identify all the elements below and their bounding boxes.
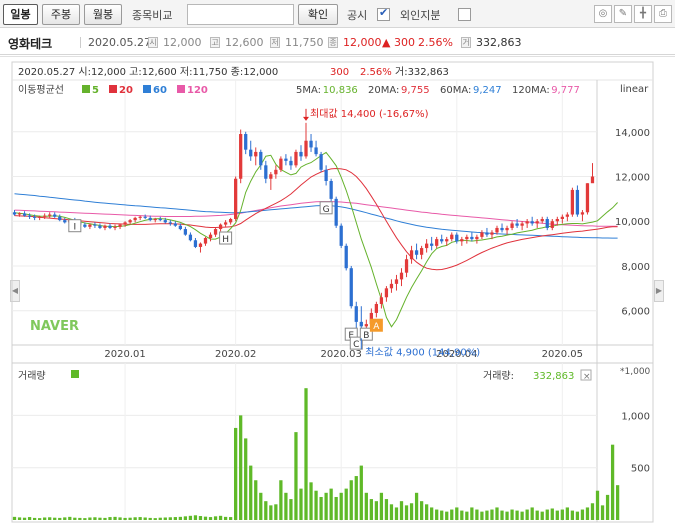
price-change-pct: 2.56%	[418, 36, 453, 49]
chart-frame	[0, 56, 675, 525]
low-badge: 저	[270, 37, 280, 48]
divider	[80, 37, 81, 48]
scroll-right-arrow[interactable]: ▶	[654, 280, 664, 302]
disclosure-label: 공시	[347, 9, 368, 22]
tab-monthly[interactable]: 월봉	[84, 4, 122, 25]
pencil-icon[interactable]: ✎	[614, 5, 632, 23]
volume-value: 332,863	[476, 36, 522, 49]
low-price: 11,750	[285, 36, 324, 49]
high-price: 12,600	[225, 36, 264, 49]
quote-date: 2020.05.27	[88, 36, 151, 49]
stock-name: 영화테크	[8, 37, 53, 51]
disclosure-checkbox[interactable]	[377, 6, 390, 21]
confirm-button[interactable]: 확인	[298, 4, 338, 25]
price-change: ▲ 300	[382, 36, 415, 49]
compare-label: 종목비교	[132, 9, 173, 22]
tab-daily[interactable]: 일봉	[3, 4, 38, 25]
foreign-ownership-checkbox[interactable]	[458, 8, 471, 21]
top-toolbar: 일봉 주봉 월봉 종목비교 확인 공시 외인지분 ◎ ✎ ╋ ⎙	[0, 0, 675, 28]
close-price: 12,000	[343, 36, 382, 49]
crosshair-icon[interactable]: ╋	[634, 5, 652, 23]
quote-bar: 영화테크 2020.05.27 시 12,000 고 12,600 저 11,7…	[0, 29, 675, 55]
volume-badge: 거	[461, 37, 471, 48]
lightbulb-icon[interactable]: ◎	[594, 5, 612, 23]
scroll-left-arrow[interactable]: ◀	[10, 280, 20, 302]
close-badge: 종	[328, 37, 338, 48]
tab-weekly[interactable]: 주봉	[42, 4, 80, 25]
open-price: 12,000	[163, 36, 202, 49]
high-badge: 고	[210, 37, 220, 48]
compare-input[interactable]	[187, 4, 294, 25]
print-icon[interactable]: ⎙	[654, 5, 672, 23]
foreign-ownership-label: 외인지분	[400, 9, 441, 22]
open-badge: 시	[148, 37, 158, 48]
